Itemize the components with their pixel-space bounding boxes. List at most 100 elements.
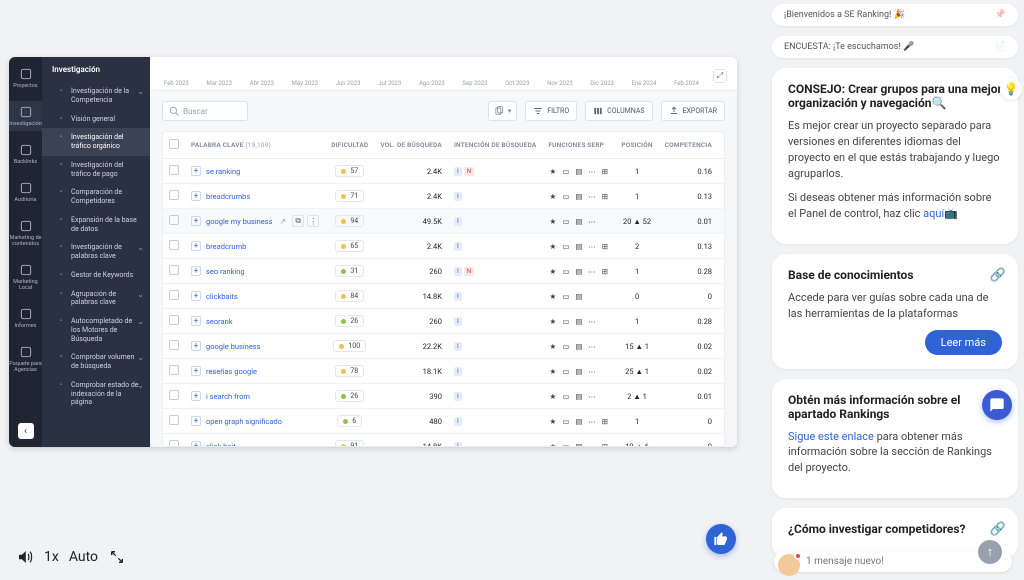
- fullscreen-icon[interactable]: [108, 548, 126, 566]
- expand-icon[interactable]: +: [191, 441, 201, 447]
- table-row[interactable]: +click bait9114.8KI★▭▤⋯⊞19 ▲ 60: [163, 434, 725, 448]
- expand-icon[interactable]: +: [191, 291, 201, 301]
- link-icon[interactable]: 🔗: [990, 268, 1006, 283]
- expand-icon[interactable]: +: [191, 316, 201, 326]
- table-row[interactable]: +open graph significado6480I★▭▤⋯⊞10: [163, 409, 725, 434]
- row-checkbox[interactable]: [169, 365, 179, 375]
- sidebar-item[interactable]: •Comprobar estado de indexación de la pá…: [42, 376, 150, 412]
- row-checkbox[interactable]: [169, 165, 179, 175]
- sidebar-item[interactable]: •Gestor de Keywords: [42, 266, 150, 285]
- expand-icon[interactable]: +: [191, 241, 201, 251]
- table-row[interactable]: +reseñas google7818.1KI★▭▤⋯25 ▲ 10.02€0.…: [163, 359, 725, 384]
- search-input[interactable]: Buscar: [162, 101, 248, 121]
- col-position[interactable]: POSICIÓN: [615, 132, 658, 159]
- rail-item-marketing-contenidos[interactable]: Marketing de contenidos: [9, 215, 42, 251]
- table-row[interactable]: +google my business ↗⧉⋮9449.5KI★▭▤⋯20 ▲ …: [163, 209, 725, 234]
- chat-toast[interactable]: 1 mensaje nuevo! ↑: [774, 551, 1012, 572]
- expand-icon[interactable]: +: [191, 266, 201, 276]
- kb-cta-button[interactable]: Leer más: [925, 330, 1002, 355]
- sidebar-item[interactable]: •Autocompletado de los Motores de Búsque…: [42, 312, 150, 348]
- rail-item-auditoria[interactable]: Auditoría: [9, 177, 42, 207]
- expand-icon[interactable]: +: [191, 166, 201, 176]
- row-checkbox[interactable]: [169, 440, 179, 447]
- table-row[interactable]: +seo ranking31260I N★▭▤⋯⊞10.28€0.7: [163, 259, 725, 284]
- keyword-link[interactable]: +i search from: [191, 391, 250, 401]
- player-mode[interactable]: Auto: [69, 549, 98, 565]
- sidebar-item[interactable]: •Agrupación de palabras clave: [42, 285, 150, 313]
- expand-icon[interactable]: +: [191, 416, 201, 426]
- row-checkbox[interactable]: [169, 340, 179, 350]
- col-serp[interactable]: FUNCIONES SERP: [542, 132, 615, 159]
- col-intent[interactable]: INTENCIÓN DE BÚSQUEDA: [448, 132, 542, 159]
- row-checkbox[interactable]: [169, 265, 179, 275]
- sidebar-item[interactable]: •Investigación del tráfico de pago: [42, 156, 150, 184]
- columns-button[interactable]: COLUMNAS: [585, 101, 652, 121]
- keyword-link[interactable]: +open graph significado: [191, 416, 282, 426]
- player-speed[interactable]: 1x: [44, 549, 59, 565]
- table-row[interactable]: +se ranking572.4KI N★▭▤⋯⊞10.16€0.0: [163, 159, 725, 184]
- sidebar-item[interactable]: •Visión general: [42, 110, 150, 129]
- keyword-link[interactable]: +se ranking: [191, 166, 240, 176]
- rail-item-backlinks[interactable]: Backlinks: [9, 139, 42, 169]
- row-checkbox[interactable]: [169, 240, 179, 250]
- rail-item-marketing-local[interactable]: Marketing Local: [9, 259, 42, 295]
- scroll-top-button[interactable]: ↑: [978, 540, 1002, 564]
- table-row[interactable]: +seorank26260I★▭▤⋯10.28€0.0: [163, 309, 725, 334]
- sidebar-item[interactable]: •Expansión de la base de datos: [42, 211, 150, 239]
- row-checkbox[interactable]: [169, 290, 179, 300]
- expand-icon[interactable]: +: [191, 341, 201, 351]
- filter-button[interactable]: FILTRO: [525, 101, 577, 121]
- keyword-link[interactable]: +seo ranking: [191, 266, 245, 276]
- sidebar-item[interactable]: •Investigación de palabras clave: [42, 238, 150, 266]
- row-copy-icon[interactable]: ⧉: [292, 215, 304, 227]
- notice-survey[interactable]: ENCUESTA: ¡Te escuchamos! 🎤 📄: [772, 36, 1018, 58]
- keyword-link[interactable]: +seorank: [191, 316, 233, 326]
- export-button[interactable]: EXPORTAR: [661, 101, 725, 121]
- row-checkbox[interactable]: [169, 315, 179, 325]
- col-difficulty[interactable]: DIFICULTAD: [325, 132, 374, 159]
- expand-icon[interactable]: +: [191, 191, 201, 201]
- sidebar-item[interactable]: •Investigación de la Competencia: [42, 82, 150, 110]
- notice-welcome[interactable]: ¡Bienvenidos a SE Ranking! 🎉 📌: [772, 4, 1018, 26]
- rail-item-investigacion[interactable]: Investigación: [9, 101, 42, 131]
- row-checkbox[interactable]: [169, 190, 179, 200]
- chat-fab[interactable]: [982, 390, 1012, 420]
- rail-item-informes[interactable]: Informes: [9, 303, 42, 333]
- sidebar-item[interactable]: •Comprobar volumen de búsqueda: [42, 348, 150, 376]
- table-row[interactable]: +breadcrumbs712.4KI★▭▤⋯⊞10.13€0.0: [163, 184, 725, 209]
- col-cpc[interactable]: C: [718, 132, 725, 159]
- row-checkbox[interactable]: [169, 390, 179, 400]
- keyword-link[interactable]: +clickbaits: [191, 291, 238, 301]
- keyword-link[interactable]: +breadcrumb: [191, 241, 246, 251]
- table-row[interactable]: +i search from26390I★▭▤⋯2 ▲ 10.01€1.3: [163, 384, 725, 409]
- col-competition[interactable]: COMPETENCIA: [659, 132, 718, 159]
- expand-chart-button[interactable]: ⤢: [713, 69, 727, 83]
- sidebar-item[interactable]: •Investigación del tráfico orgánico: [42, 128, 150, 156]
- col-volume[interactable]: VOL. DE BÚSQUEDA: [374, 132, 448, 159]
- volume-icon[interactable]: [16, 548, 34, 566]
- expand-icon[interactable]: +: [191, 366, 201, 376]
- rankings-link[interactable]: Sigue este enlace: [788, 430, 874, 443]
- row-checkbox[interactable]: [169, 215, 179, 225]
- row-menu-icon[interactable]: ⋮: [307, 215, 319, 227]
- col-keyword[interactable]: PALABRA CLAVE (19,109): [185, 132, 325, 159]
- select-all-checkbox[interactable]: [169, 139, 179, 149]
- rail-collapse-button[interactable]: ‹: [18, 423, 34, 439]
- link-icon[interactable]: 🔗: [990, 522, 1006, 537]
- expand-icon[interactable]: +: [191, 391, 201, 401]
- tip-link[interactable]: aquí: [923, 207, 944, 220]
- expand-icon[interactable]: +: [191, 216, 201, 226]
- sidebar-item[interactable]: •Comparación de Competidores: [42, 183, 150, 211]
- table-row[interactable]: +breadcrumb652.4KI★▭▤⋯⊞20.13€0.0: [163, 234, 725, 259]
- row-checkbox[interactable]: [169, 415, 179, 425]
- keyword-link[interactable]: +google my business ↗: [191, 216, 286, 226]
- table-row[interactable]: +google business10022.2KI★▭▤⋯15 ▲ 10.02€…: [163, 334, 725, 359]
- rail-item-proyectos[interactable]: Proyectos: [9, 63, 42, 93]
- keyword-link[interactable]: +google business: [191, 341, 261, 351]
- keyword-link[interactable]: +breadcrumbs: [191, 191, 250, 201]
- keyword-link[interactable]: +click bait: [191, 441, 236, 447]
- keyword-link[interactable]: +reseñas google: [191, 366, 257, 376]
- thumbs-up-fab[interactable]: [706, 524, 736, 554]
- rail-item-paquete-agencias[interactable]: Paquete para Agencias: [9, 341, 42, 377]
- table-row[interactable]: +clickbaits8414.8KI★▭▤00: [163, 284, 725, 309]
